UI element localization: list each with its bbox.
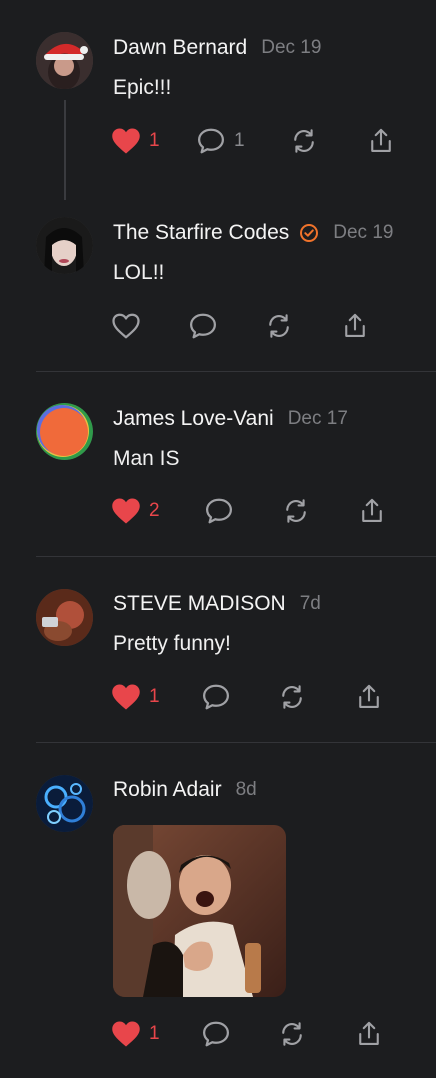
repost-icon [286,499,306,523]
divider [36,742,436,743]
action-bar: 1 [0,683,436,715]
comment-icon [190,313,216,339]
heart-filled-icon [112,498,140,524]
avatar[interactable] [36,403,93,460]
author-name[interactable]: Dawn Bernard [113,36,247,60]
comment-icon [203,684,229,710]
post-text: Epic!!! [113,76,172,99]
repost-button[interactable] [264,312,294,340]
avatar[interactable] [36,217,93,274]
author-name[interactable]: STEVE MADISON [113,592,286,616]
like-button[interactable]: 2 [111,497,160,525]
share-button[interactable] [354,1020,384,1048]
heart-filled-icon [112,684,140,710]
like-button[interactable] [111,312,141,340]
like-count: 2 [149,500,160,521]
verified-badge-icon [299,223,319,243]
like-count: 1 [149,686,160,707]
divider [36,371,436,372]
share-button[interactable] [354,683,384,711]
share-icon [345,313,365,337]
action-bar: 1 1 [0,127,436,159]
like-count: 1 [149,1023,160,1044]
reply-button[interactable] [201,683,231,711]
share-button[interactable] [357,497,387,525]
like-button[interactable]: 1 [111,127,160,155]
repost-button[interactable] [277,1020,307,1048]
author-name[interactable]: Robin Adair [113,778,222,802]
share-button[interactable] [366,127,396,155]
like-count: 1 [149,130,160,151]
like-button[interactable]: 1 [111,683,160,711]
gif-media[interactable] [113,825,286,997]
repost-button[interactable] [289,127,319,155]
post-text: Man IS [113,447,180,470]
reply-button[interactable] [188,312,218,340]
repost-icon [282,1022,302,1046]
action-bar: 1 [0,1020,436,1052]
share-button[interactable] [340,312,370,340]
author-name[interactable]: The Starfire Codes [113,221,289,245]
reply-count: 1 [234,130,245,151]
comment-icon [206,498,232,524]
reply-button[interactable] [204,497,234,525]
repost-icon [294,129,314,153]
share-icon [359,684,379,708]
post-date: Dec 19 [261,37,322,58]
avatar[interactable] [36,589,93,646]
action-bar: 2 [0,497,436,529]
reply-button[interactable]: 1 [196,127,245,155]
share-icon [362,498,382,522]
post-text: LOL!! [113,261,165,284]
reply-button[interactable] [201,1020,231,1048]
avatar[interactable] [36,775,93,832]
post-date: Dec 19 [333,222,394,243]
repost-button[interactable] [281,497,311,525]
action-bar [0,312,436,344]
share-icon [359,1021,379,1045]
divider [36,556,436,557]
author-name[interactable]: James Love-Vani [113,407,274,431]
post-date: 8d [235,779,257,800]
heart-outline-icon [112,313,140,339]
repost-icon [269,314,289,338]
comment-icon [203,1021,229,1047]
post-date: 7d [299,593,321,614]
share-icon [371,128,391,152]
comment-icon [198,128,224,154]
like-button[interactable]: 1 [111,1020,160,1048]
avatar[interactable] [36,32,93,89]
heart-filled-icon [112,128,140,154]
repost-icon [282,685,302,709]
post-text: Pretty funny! [113,632,231,655]
post-date: Dec 17 [287,408,348,429]
repost-button[interactable] [277,683,307,711]
heart-filled-icon [112,1021,140,1047]
